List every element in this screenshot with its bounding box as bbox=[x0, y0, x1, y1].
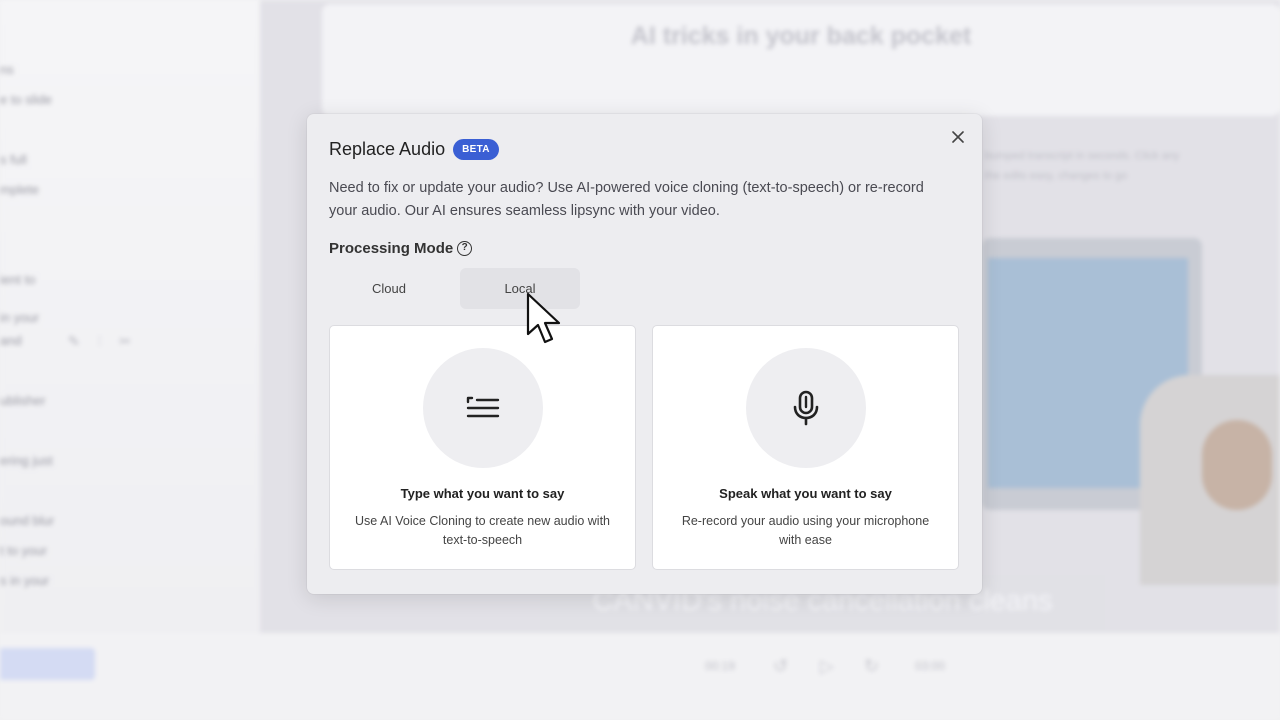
sidebar-text: s full bbox=[0, 152, 27, 167]
audio-options: Type what you want to say Use AI Voice C… bbox=[329, 325, 975, 570]
total-time: 03:00 bbox=[915, 659, 946, 673]
sidebar-text: s in your bbox=[0, 573, 50, 588]
sidebar-text: ering just bbox=[0, 453, 53, 468]
speak-option-card[interactable]: Speak what you want to say Re-record you… bbox=[652, 325, 959, 570]
dialog-header: Replace Audio BETA bbox=[329, 139, 499, 160]
pencil-icon: ✎ bbox=[68, 333, 98, 349]
slide-body-text: bumped transcript in seconds. Click any … bbox=[985, 146, 1179, 186]
card-description: Use AI Voice Cloning to create new audio… bbox=[354, 514, 610, 547]
dialog-description: Need to fix or update your audio? Use AI… bbox=[329, 180, 924, 219]
export-button[interactable] bbox=[0, 648, 95, 680]
dialog-title: Replace Audio bbox=[329, 139, 446, 159]
scissors-icon: ✂ bbox=[119, 333, 149, 349]
text-lines-icon bbox=[466, 396, 500, 418]
microphone-icon bbox=[793, 390, 819, 426]
close-icon bbox=[952, 131, 964, 143]
sidebar-text: in your bbox=[0, 310, 40, 325]
play-icon[interactable]: ▷ bbox=[820, 656, 834, 677]
forward-icon[interactable]: ↻ bbox=[864, 656, 879, 677]
icon-circle bbox=[746, 348, 866, 468]
sidebar-text: and bbox=[0, 333, 22, 348]
sidebar-text: ient to bbox=[0, 272, 36, 287]
card-title: Type what you want to say bbox=[400, 486, 565, 501]
processing-mode-label: Processing Mode bbox=[329, 240, 454, 257]
slide-title: AI tricks in your back pocket bbox=[630, 22, 972, 50]
close-button[interactable] bbox=[948, 127, 968, 147]
type-option-card[interactable]: Type what you want to say Use AI Voice C… bbox=[329, 325, 636, 570]
sidebar-text: t to your bbox=[0, 543, 47, 558]
tab-cloud[interactable]: Cloud bbox=[329, 268, 449, 309]
beta-badge: BETA bbox=[453, 139, 499, 160]
card-title: Speak what you want to say bbox=[719, 486, 892, 501]
app-root: ns e to slide s full mplete ient to in y… bbox=[0, 0, 1280, 720]
script-sidebar: ns e to slide s full mplete ient to in y… bbox=[0, 0, 260, 720]
sidebar-text: mplete bbox=[0, 182, 40, 197]
mouse-cursor-icon bbox=[526, 292, 561, 344]
playback-bar bbox=[0, 633, 1280, 720]
slide-header: AI tricks in your back pocket bbox=[322, 4, 1280, 116]
replace-audio-dialog: Replace Audio BETA Need to fix or update… bbox=[307, 114, 982, 594]
icon-circle bbox=[423, 348, 543, 468]
sidebar-text: ublisher bbox=[0, 393, 46, 408]
sidebar-text: ound blur bbox=[0, 513, 55, 528]
rewind-icon[interactable]: ↺ bbox=[773, 656, 788, 677]
processing-mode-header: Processing Mode ? bbox=[329, 240, 473, 257]
sidebar-text: ns bbox=[0, 62, 14, 77]
help-icon[interactable]: ? bbox=[457, 241, 473, 256]
slide-body-line: bumped transcript in seconds. Click any bbox=[985, 150, 1180, 162]
card-description: Re-record your audio using your micropho… bbox=[681, 514, 930, 547]
presenter-image bbox=[1140, 375, 1280, 585]
current-time: 00:19 bbox=[705, 659, 736, 673]
edit-tools: ✎⫶✂ bbox=[68, 333, 149, 350]
waveform-icon: ⫶ bbox=[97, 333, 120, 349]
sidebar-text: e to slide bbox=[0, 92, 53, 107]
slide-body-line: the edits easy, changes to go bbox=[985, 170, 1128, 182]
